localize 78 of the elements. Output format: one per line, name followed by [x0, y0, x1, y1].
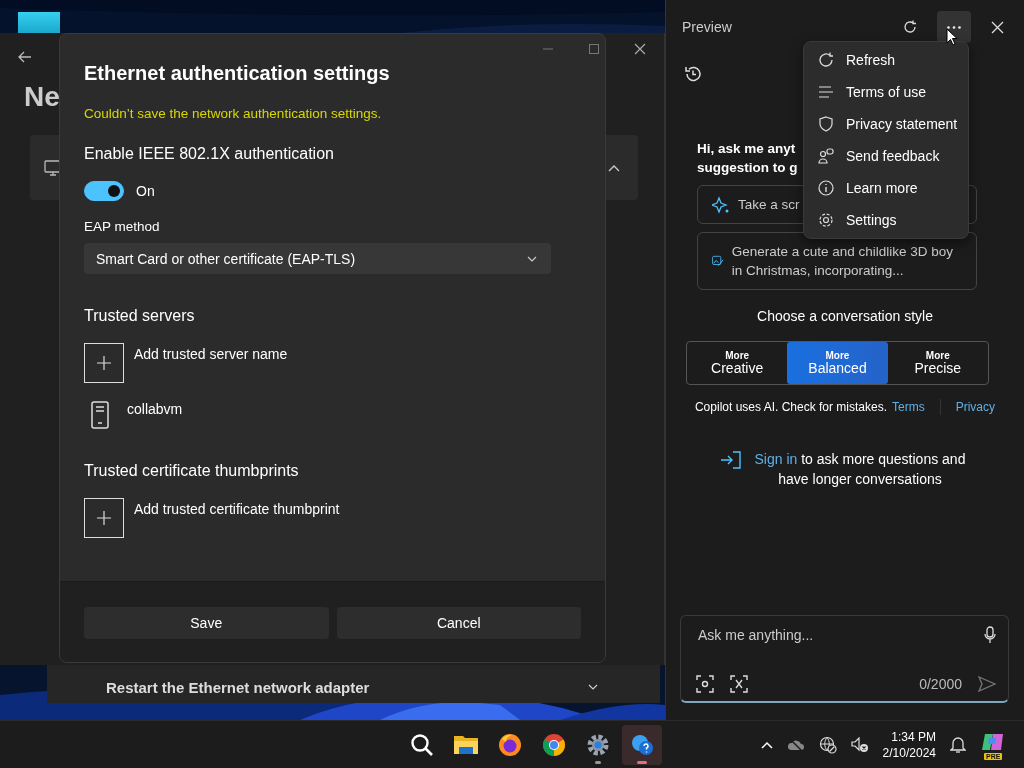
- refresh-icon: [818, 52, 834, 68]
- menu-item[interactable]: Terms of use: [808, 76, 964, 108]
- settings-icon: [818, 212, 834, 228]
- snip-icon[interactable]: [730, 675, 748, 693]
- greeting-text: Hi, ask me anyt: [697, 140, 796, 158]
- sign-in-icon: [720, 451, 742, 469]
- eap-dropdown[interactable]: Smart Card or other certificate (EAP-TLS): [84, 243, 551, 274]
- server-name: collabvm: [127, 401, 183, 417]
- bell-icon[interactable]: [950, 735, 966, 754]
- menu-item[interactable]: Refresh: [808, 44, 964, 76]
- cursor-icon: [946, 28, 958, 46]
- menu-item[interactable]: Privacy statement: [808, 108, 964, 140]
- close-icon[interactable]: [634, 43, 646, 55]
- terms-link[interactable]: Terms: [892, 400, 925, 414]
- send-icon[interactable]: [978, 676, 996, 692]
- error-message: Couldn’t save the network authentication settings.: [84, 106, 383, 121]
- row-title: Restart the Ethernet network adapter: [106, 678, 370, 696]
- character-counter: 0/2000: [919, 676, 962, 692]
- chevron-down-icon: [527, 255, 537, 262]
- clock-date[interactable]: 2/10/2024: [882, 744, 936, 761]
- maximize-icon[interactable]: [589, 44, 599, 54]
- sign-in-link[interactable]: Sign in: [754, 451, 798, 467]
- add-label: Add trusted certificate thumbprint: [134, 501, 340, 517]
- microphone-icon[interactable]: [984, 626, 996, 644]
- menu-item[interactable]: Send feedback: [808, 140, 964, 172]
- save-button[interactable]: Save: [84, 607, 329, 639]
- page-title: Ne: [24, 81, 60, 113]
- clock-time[interactable]: 1:34 PM: [891, 728, 936, 745]
- feedback-icon: [818, 148, 834, 164]
- add-button[interactable]: [84, 498, 124, 538]
- menu-item[interactable]: Learn more: [808, 172, 964, 204]
- info-icon: [818, 180, 834, 196]
- lines-icon: [818, 86, 834, 98]
- more-icon: [947, 25, 961, 29]
- add-label: Add trusted server name: [134, 346, 288, 362]
- dialog-title: Ethernet authentication settings: [84, 62, 391, 85]
- panel-title: Preview: [682, 19, 733, 35]
- camera-icon[interactable]: [696, 675, 714, 693]
- fox-globe-icon: [498, 732, 522, 757]
- greeting-text: suggestion to g: [697, 159, 798, 177]
- style-option[interactable]: More Precise: [887, 342, 988, 384]
- add-button[interactable]: [84, 343, 124, 383]
- chevron-up-icon[interactable]: [608, 163, 620, 172]
- message-field[interactable]: Ask me anything...: [696, 626, 968, 644]
- search-icon: [410, 732, 434, 757]
- sparkle-icon: [712, 195, 730, 214]
- field-label: EAP method: [84, 219, 161, 234]
- refresh-icon[interactable]: [903, 20, 917, 34]
- toggle-state: On: [136, 183, 155, 199]
- privacy-link[interactable]: Privacy: [955, 400, 996, 414]
- disclaimer-text: Copilot uses AI. Check for mistakes.: [694, 400, 888, 414]
- folder-icon: [453, 733, 479, 756]
- globe-blocked-icon[interactable]: [818, 735, 837, 754]
- chevron-down-icon[interactable]: [588, 684, 598, 690]
- settings-row[interactable]: Restart the Ethernet network adapter: [47, 665, 660, 703]
- section-heading: Trusted certificate thumbprints: [84, 462, 300, 480]
- history-icon[interactable]: [684, 65, 702, 83]
- cloud-off-icon[interactable]: [786, 737, 805, 752]
- gear-icon: [586, 732, 610, 757]
- style-option[interactable]: More Balanced: [787, 342, 888, 384]
- style-option[interactable]: More Creative: [687, 342, 788, 384]
- toggle-switch[interactable]: [84, 181, 124, 201]
- cancel-button[interactable]: Cancel: [336, 607, 581, 639]
- copilot-icon: [981, 731, 1005, 752]
- section-heading: Trusted servers: [84, 307, 196, 325]
- sign-in-text: Sign in to ask more questions and have longer conversations: [753, 450, 967, 489]
- desktop-tile[interactable]: [18, 12, 60, 33]
- toggle-label: Enable IEEE 802.1X authentication: [84, 145, 335, 163]
- browser-icon: [542, 732, 566, 757]
- taskbar-button[interactable]: [622, 724, 662, 765]
- shield-icon: [818, 116, 834, 132]
- speaker-muted-icon[interactable]: [850, 736, 869, 753]
- plus-icon: [97, 356, 111, 370]
- back-icon[interactable]: [18, 51, 32, 63]
- plus-icon: [97, 511, 111, 525]
- help-chat-icon: [630, 732, 654, 757]
- section-heading: Choose a conversation style: [756, 308, 934, 324]
- phone-icon: [91, 401, 109, 429]
